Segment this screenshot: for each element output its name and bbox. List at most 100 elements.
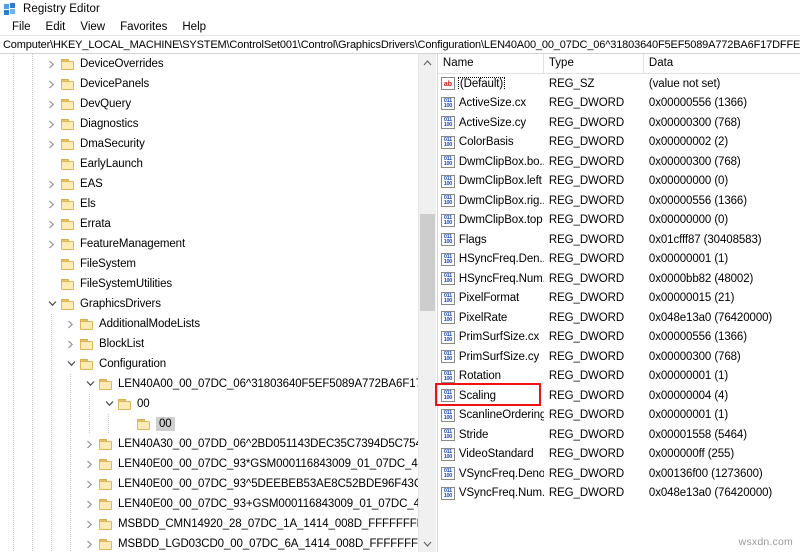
- dword-value-icon: 011100: [441, 253, 455, 266]
- value-data: 0x00000300 (768): [644, 351, 800, 363]
- tree-node-label: LEN40A30_00_07DD_06^2BD051143DEC35C7394D…: [118, 434, 420, 454]
- tree-node[interactable]: Diagnostics: [0, 114, 420, 134]
- tree-node[interactable]: BlockList: [0, 334, 420, 354]
- value-row[interactable]: 011100HSyncFreq.Num...REG_DWORD0x0000bb8…: [438, 269, 800, 289]
- value-row[interactable]: 011100ColorBasisREG_DWORD0x00000002 (2): [438, 133, 800, 153]
- value-row[interactable]: 011100VSyncFreq.Num...REG_DWORD0x048e13a…: [438, 484, 800, 504]
- chevron-right-icon[interactable]: [82, 454, 98, 474]
- value-row[interactable]: 011100ScanlineOrderingREG_DWORD0x0000000…: [438, 406, 800, 426]
- value-row[interactable]: 011100VideoStandardREG_DWORD0x000000ff (…: [438, 445, 800, 465]
- chevron-right-icon[interactable]: [44, 94, 60, 114]
- tree-node[interactable]: LEN40E00_00_07DC_93+GSM000116843009_01_0…: [0, 494, 420, 514]
- chevron-right-icon[interactable]: [82, 534, 98, 552]
- tree-guide-line: [13, 134, 14, 154]
- value-row[interactable]: 011100DwmClipBox.bo...REG_DWORD0x0000030…: [438, 152, 800, 172]
- tree-node[interactable]: AdditionalModeLists: [0, 314, 420, 334]
- tree-guide-line: [32, 294, 33, 314]
- menu-item-edit[interactable]: Edit: [39, 20, 74, 34]
- value-row[interactable]: 011100DwmClipBox.leftREG_DWORD0x00000000…: [438, 172, 800, 192]
- tree-node[interactable]: FileSystem: [0, 254, 420, 274]
- tree-node[interactable]: DevicePanels: [0, 74, 420, 94]
- value-row[interactable]: 011100PrimSurfSize.cxREG_DWORD0x00000556…: [438, 328, 800, 348]
- tree-node[interactable]: FeatureManagement: [0, 234, 420, 254]
- value-row[interactable]: 011100FlagsREG_DWORD0x01cfff87 (30408583…: [438, 230, 800, 250]
- value-row[interactable]: 011100ActiveSize.cxREG_DWORD0x00000556 (…: [438, 94, 800, 114]
- menu-item-help[interactable]: Help: [175, 20, 214, 34]
- value-row[interactable]: 011100HSyncFreq.Den...REG_DWORD0x0000000…: [438, 250, 800, 270]
- chevron-down-icon[interactable]: [44, 294, 60, 314]
- tree-node[interactable]: MSBDD_CMN14920_28_07DC_1A_1414_008D_FFFF…: [0, 514, 420, 534]
- scrollbar-thumb[interactable]: [420, 214, 435, 311]
- tree-vertical-scrollbar[interactable]: [418, 54, 436, 552]
- tree-node-label: Configuration: [99, 354, 166, 374]
- value-type: REG_DWORD: [544, 175, 644, 187]
- tree-node[interactable]: Configuration: [0, 354, 420, 374]
- chevron-down-icon[interactable]: [82, 374, 98, 394]
- chevron-down-icon[interactable]: [63, 354, 79, 374]
- menu-item-favorites[interactable]: Favorites: [113, 20, 175, 34]
- value-row[interactable]: 011100StrideREG_DWORD0x00001558 (5464): [438, 425, 800, 445]
- value-row[interactable]: 011100ActiveSize.cyREG_DWORD0x00000300 (…: [438, 113, 800, 133]
- tree-node[interactable]: DevQuery: [0, 94, 420, 114]
- chevron-right-icon[interactable]: [44, 114, 60, 134]
- value-row[interactable]: 011100DwmClipBox.rig...REG_DWORD0x000005…: [438, 191, 800, 211]
- dword-value-icon: 011100: [441, 467, 455, 480]
- chevron-right-icon[interactable]: [82, 494, 98, 514]
- tree-node[interactable]: LEN40E00_00_07DC_93^5DEEBEB53AE8C52BDE96…: [0, 474, 420, 494]
- folder-icon: [98, 518, 114, 531]
- folder-icon: [60, 278, 76, 291]
- tree-node[interactable]: GraphicsDrivers: [0, 294, 420, 314]
- value-data: 0x00001558 (5464): [644, 429, 800, 441]
- chevron-right-icon[interactable]: [82, 474, 98, 494]
- tree-node[interactable]: Errata: [0, 214, 420, 234]
- column-header-type[interactable]: Type: [544, 54, 644, 73]
- value-row[interactable]: 011100RotationREG_DWORD0x00000001 (1): [438, 367, 800, 387]
- chevron-right-icon[interactable]: [44, 134, 60, 154]
- chevron-right-icon[interactable]: [63, 334, 79, 354]
- column-header-name[interactable]: Name: [438, 54, 544, 73]
- value-row[interactable]: 011100ScalingREG_DWORD0x00000004 (4): [438, 386, 800, 406]
- tree-node[interactable]: DmaSecurity: [0, 134, 420, 154]
- chevron-right-icon[interactable]: [44, 74, 60, 94]
- value-type: REG_DWORD: [544, 97, 644, 109]
- chevron-right-icon[interactable]: [63, 314, 79, 334]
- chevron-right-icon[interactable]: [44, 194, 60, 214]
- chevron-right-icon[interactable]: [44, 174, 60, 194]
- tree-node[interactable]: LEN40A30_00_07DD_06^2BD051143DEC35C7394D…: [0, 434, 420, 454]
- chevron-right-icon[interactable]: [82, 434, 98, 454]
- value-row[interactable]: 011100PixelFormatREG_DWORD0x00000015 (21…: [438, 289, 800, 309]
- value-row[interactable]: ab(Default)REG_SZ(value not set): [438, 74, 800, 94]
- tree-node[interactable]: MSBDD_LGD03CD0_00_07DC_6A_1414_008D_FFFF…: [0, 534, 420, 552]
- tree-node[interactable]: Els: [0, 194, 420, 214]
- value-type: REG_DWORD: [544, 487, 644, 499]
- menu-item-file[interactable]: File: [5, 20, 39, 34]
- chevron-right-icon[interactable]: [44, 214, 60, 234]
- values-list[interactable]: ab(Default)REG_SZ(value not set)011100Ac…: [438, 74, 800, 552]
- scroll-up-arrow-icon[interactable]: [419, 54, 436, 71]
- registry-tree[interactable]: DeviceOverridesDevicePanelsDevQueryDiagn…: [0, 54, 420, 552]
- chevron-down-icon[interactable]: [101, 394, 117, 414]
- value-row[interactable]: 011100VSyncFreq.Deno...REG_DWORD0x00136f…: [438, 464, 800, 484]
- chevron-right-icon[interactable]: [44, 54, 60, 74]
- tree-node[interactable]: 00: [0, 414, 420, 434]
- column-header-data[interactable]: Data: [644, 54, 800, 73]
- value-row[interactable]: 011100PixelRateREG_DWORD0x048e13a0 (7642…: [438, 308, 800, 328]
- tree-node[interactable]: LEN40A00_00_07DC_06^31803640F5EF5089A772…: [0, 374, 420, 394]
- chevron-right-icon[interactable]: [82, 514, 98, 534]
- value-data: 0x00000001 (1): [644, 409, 800, 421]
- menu-item-view[interactable]: View: [73, 20, 113, 34]
- tree-node[interactable]: EAS: [0, 174, 420, 194]
- tree-node[interactable]: EarlyLaunch: [0, 154, 420, 174]
- value-row[interactable]: 011100DwmClipBox.topREG_DWORD0x00000000 …: [438, 211, 800, 231]
- tree-node[interactable]: DeviceOverrides: [0, 54, 420, 74]
- scroll-down-arrow-icon[interactable]: [419, 535, 436, 552]
- dword-value-icon: 011100: [441, 116, 455, 129]
- value-row[interactable]: 011100PrimSurfSize.cyREG_DWORD0x00000300…: [438, 347, 800, 367]
- tree-node[interactable]: 00: [0, 394, 420, 414]
- chevron-right-icon[interactable]: [44, 234, 60, 254]
- address-bar[interactable]: Computer\HKEY_LOCAL_MACHINE\SYSTEM\Contr…: [0, 35, 800, 54]
- folder-icon: [60, 258, 76, 271]
- dword-value-icon: 011100: [441, 370, 455, 383]
- tree-node[interactable]: FileSystemUtilities: [0, 274, 420, 294]
- tree-node[interactable]: LEN40E00_00_07DC_93*GSM000116843009_01_0…: [0, 454, 420, 474]
